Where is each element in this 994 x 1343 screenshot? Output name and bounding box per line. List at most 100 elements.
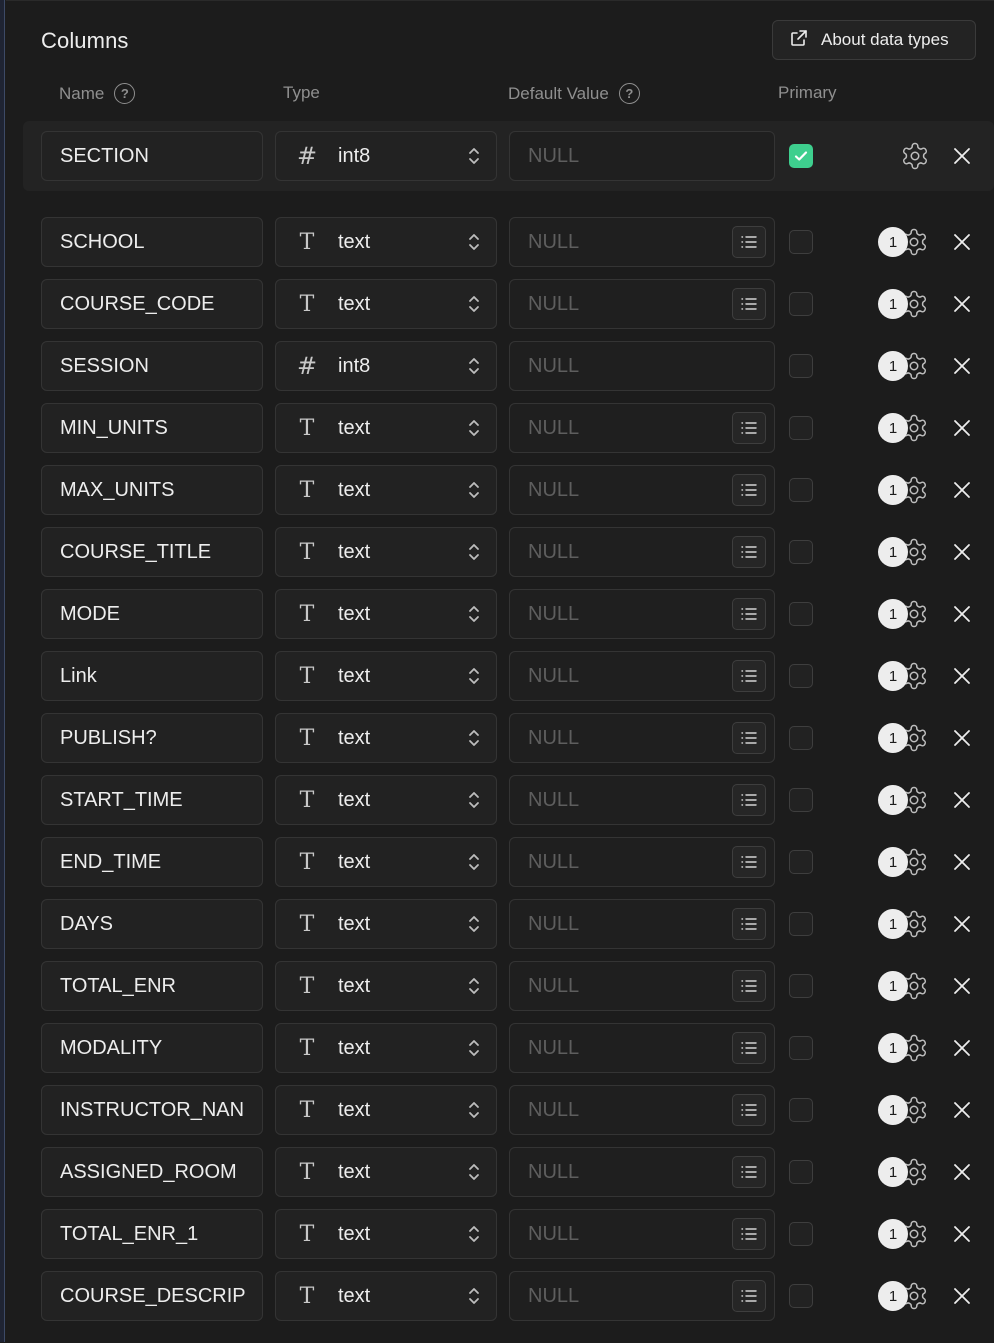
- close-icon[interactable]: [950, 850, 974, 874]
- suggestions-button[interactable]: [732, 598, 766, 630]
- close-icon[interactable]: [950, 974, 974, 998]
- primary-key-checkbox[interactable]: [789, 1036, 813, 1060]
- default-value-input[interactable]: NULL: [509, 961, 775, 1011]
- column-type-select[interactable]: T text: [275, 899, 497, 949]
- primary-key-checkbox[interactable]: [789, 602, 813, 626]
- column-name-input[interactable]: SESSION: [41, 341, 263, 391]
- default-value-input[interactable]: NULL: [509, 1271, 775, 1321]
- primary-key-checkbox[interactable]: [789, 230, 813, 254]
- suggestions-button[interactable]: [732, 784, 766, 816]
- default-value-input[interactable]: NULL: [509, 279, 775, 329]
- column-name-input[interactable]: Link: [41, 651, 263, 701]
- column-type-select[interactable]: T text: [275, 837, 497, 887]
- primary-key-checkbox[interactable]: [789, 912, 813, 936]
- column-name-input[interactable]: INSTRUCTOR_NAN: [41, 1085, 263, 1135]
- default-value-input[interactable]: NULL: [509, 713, 775, 763]
- suggestions-button[interactable]: [732, 536, 766, 568]
- column-type-select[interactable]: # int8: [275, 131, 497, 181]
- column-type-select[interactable]: T text: [275, 1023, 497, 1073]
- primary-key-checkbox[interactable]: [789, 354, 813, 378]
- column-type-select[interactable]: T text: [275, 1085, 497, 1135]
- default-value-input[interactable]: NULL: [509, 1209, 775, 1259]
- column-name-input[interactable]: MAX_UNITS: [41, 465, 263, 515]
- default-value-input[interactable]: NULL: [509, 837, 775, 887]
- close-icon[interactable]: [950, 354, 974, 378]
- suggestions-button[interactable]: [732, 908, 766, 940]
- column-type-select[interactable]: # int8: [275, 341, 497, 391]
- column-type-select[interactable]: T text: [275, 589, 497, 639]
- primary-key-checkbox[interactable]: [789, 1284, 813, 1308]
- close-icon[interactable]: [950, 478, 974, 502]
- primary-key-checkbox[interactable]: [789, 478, 813, 502]
- suggestions-button[interactable]: [732, 1094, 766, 1126]
- close-icon[interactable]: [950, 416, 974, 440]
- close-icon[interactable]: [950, 726, 974, 750]
- column-type-select[interactable]: T text: [275, 279, 497, 329]
- suggestions-button[interactable]: [732, 846, 766, 878]
- column-name-input[interactable]: ASSIGNED_ROOM: [41, 1147, 263, 1197]
- suggestions-button[interactable]: [732, 1280, 766, 1312]
- column-name-input[interactable]: MODALITY: [41, 1023, 263, 1073]
- column-name-input[interactable]: PUBLISH?: [41, 713, 263, 763]
- default-value-input[interactable]: NULL: [509, 217, 775, 267]
- close-icon[interactable]: [950, 1284, 974, 1308]
- suggestions-button[interactable]: [732, 288, 766, 320]
- column-name-input[interactable]: TOTAL_ENR: [41, 961, 263, 1011]
- suggestions-button[interactable]: [732, 970, 766, 1002]
- close-icon[interactable]: [950, 1098, 974, 1122]
- default-value-input[interactable]: NULL: [509, 131, 775, 181]
- column-name-input[interactable]: COURSE_DESCRIP: [41, 1271, 263, 1321]
- default-value-input[interactable]: NULL: [509, 341, 775, 391]
- column-type-select[interactable]: T text: [275, 1271, 497, 1321]
- close-icon[interactable]: [950, 292, 974, 316]
- column-name-input[interactable]: SCHOOL: [41, 217, 263, 267]
- column-type-select[interactable]: T text: [275, 217, 497, 267]
- primary-key-checkbox[interactable]: [789, 1222, 813, 1246]
- column-name-input[interactable]: MODE: [41, 589, 263, 639]
- column-name-input[interactable]: END_TIME: [41, 837, 263, 887]
- column-name-input[interactable]: MIN_UNITS: [41, 403, 263, 453]
- primary-key-checkbox[interactable]: [789, 788, 813, 812]
- close-icon[interactable]: [950, 1222, 974, 1246]
- suggestions-button[interactable]: [732, 660, 766, 692]
- default-value-input[interactable]: NULL: [509, 899, 775, 949]
- column-name-input[interactable]: COURSE_TITLE: [41, 527, 263, 577]
- column-type-select[interactable]: T text: [275, 465, 497, 515]
- default-value-input[interactable]: NULL: [509, 775, 775, 825]
- suggestions-button[interactable]: [732, 722, 766, 754]
- gear-icon[interactable]: [900, 141, 930, 171]
- primary-key-checkbox[interactable]: [789, 292, 813, 316]
- column-name-input[interactable]: SECTION: [41, 131, 263, 181]
- close-icon[interactable]: [950, 1160, 974, 1184]
- close-icon[interactable]: [950, 1036, 974, 1060]
- default-value-input[interactable]: NULL: [509, 589, 775, 639]
- close-icon[interactable]: [950, 912, 974, 936]
- suggestions-button[interactable]: [732, 1156, 766, 1188]
- suggestions-button[interactable]: [732, 1032, 766, 1064]
- suggestions-button[interactable]: [732, 226, 766, 258]
- primary-key-checkbox[interactable]: [789, 850, 813, 874]
- primary-key-checkbox[interactable]: [789, 416, 813, 440]
- suggestions-button[interactable]: [732, 412, 766, 444]
- close-icon[interactable]: [950, 540, 974, 564]
- column-type-select[interactable]: T text: [275, 1209, 497, 1259]
- default-value-input[interactable]: NULL: [509, 651, 775, 701]
- column-type-select[interactable]: T text: [275, 651, 497, 701]
- primary-key-checkbox[interactable]: [789, 974, 813, 998]
- column-name-input[interactable]: DAYS: [41, 899, 263, 949]
- suggestions-button[interactable]: [732, 474, 766, 506]
- column-type-select[interactable]: T text: [275, 961, 497, 1011]
- primary-key-checkbox[interactable]: [789, 144, 813, 168]
- close-icon[interactable]: [950, 664, 974, 688]
- column-type-select[interactable]: T text: [275, 527, 497, 577]
- column-type-select[interactable]: T text: [275, 403, 497, 453]
- default-value-input[interactable]: NULL: [509, 1147, 775, 1197]
- column-name-input[interactable]: START_TIME: [41, 775, 263, 825]
- column-type-select[interactable]: T text: [275, 713, 497, 763]
- primary-key-checkbox[interactable]: [789, 1098, 813, 1122]
- column-name-input[interactable]: COURSE_CODE: [41, 279, 263, 329]
- primary-key-checkbox[interactable]: [789, 540, 813, 564]
- close-icon[interactable]: [950, 144, 974, 168]
- default-value-input[interactable]: NULL: [509, 1085, 775, 1135]
- column-type-select[interactable]: T text: [275, 775, 497, 825]
